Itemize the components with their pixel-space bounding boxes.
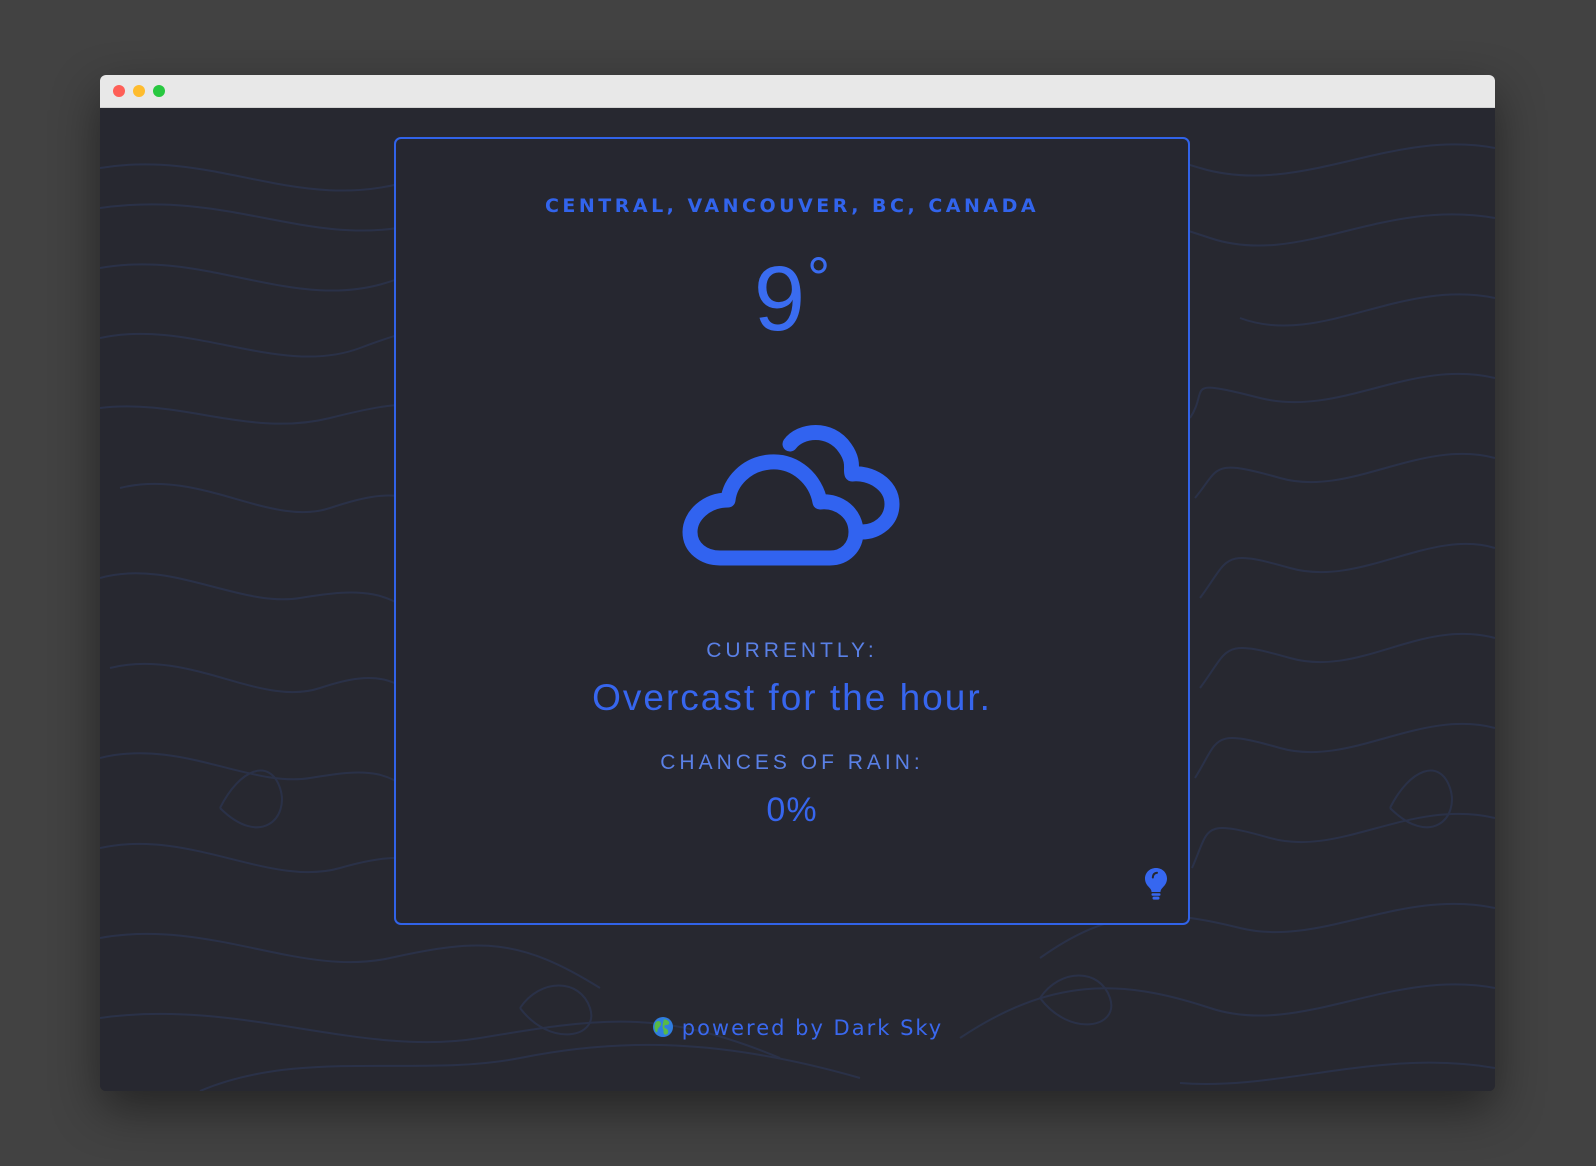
currently-label: CURRENTLY: [706,639,878,662]
lightbulb-icon[interactable] [1144,867,1168,901]
powered-by-dark-sky[interactable]: powered by Dark Sky [682,1016,943,1040]
rain-chance-value: 0% [766,791,818,829]
footer-credit: powered by Dark Sky [100,1016,1495,1040]
temperature-display: 9° [396,244,1188,366]
page-content: CENTRAL, VANCOUVER, BC, CANADA 9° CURREN… [100,108,1495,1091]
close-window-button[interactable] [113,85,125,97]
cloudy-icon [682,425,900,566]
weather-summary: Overcast for the hour. [592,677,992,718]
weather-card: CENTRAL, VANCOUVER, BC, CANADA 9° CURREN… [394,137,1190,925]
minimize-window-button[interactable] [133,85,145,97]
degree-symbol: ° [806,246,831,311]
temperature-value: 9 [753,248,805,350]
title-bar [100,75,1495,108]
maximize-window-button[interactable] [153,85,165,97]
globe-icon [652,1017,673,1037]
location-title: CENTRAL, VANCOUVER, BC, CANADA [544,195,1040,217]
browser-window: CENTRAL, VANCOUVER, BC, CANADA 9° CURREN… [100,75,1495,1091]
rain-chance-label: CHANCES OF RAIN: [660,751,924,774]
